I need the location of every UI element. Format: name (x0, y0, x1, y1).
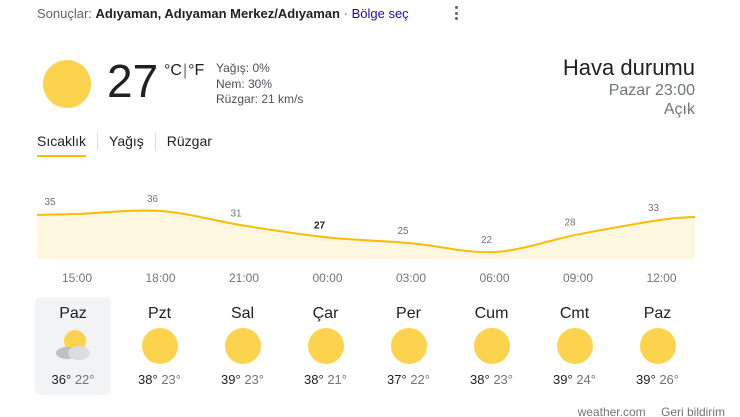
sun-icon (307, 328, 344, 364)
feedback-link[interactable]: Geri bildirim (661, 405, 725, 417)
source-link[interactable]: weather.com (578, 405, 646, 417)
low-temp: 26° (659, 372, 679, 387)
daily-forecast: Paz 36° 22° Pzt 38° 23° Sal 39° 23° Çar … (35, 297, 699, 395)
precipitation-text: Yağış: 0% (216, 61, 270, 75)
high-temp: 39° (221, 372, 241, 387)
change-location-link[interactable]: Bölge seç (352, 6, 409, 21)
unit-separator: | (182, 62, 188, 79)
temperature-chart: 35 15:00 36 18:00 31 21:00 27 00:00 25 03:00 22 06:… (36, 185, 696, 285)
day-forecast[interactable]: Cmt 39° 24° (533, 297, 616, 395)
chart-value-label: 25 (397, 226, 409, 237)
day-forecast[interactable]: Pzt 38° 23° (118, 297, 201, 395)
day-name: Cmt (559, 305, 590, 322)
day-forecast[interactable]: Cum 38° 23° (450, 297, 533, 395)
low-temp: 24° (576, 372, 596, 387)
location-separator: · (343, 6, 348, 21)
sun-icon (43, 60, 91, 108)
day-temps: 38° 21° (284, 372, 367, 387)
chart-area (37, 210, 695, 259)
day-name: Per (396, 305, 421, 322)
chart-x-tick-label: 06:00 (479, 271, 509, 285)
low-temp: 22° (74, 372, 95, 387)
high-temp: 39° (636, 372, 656, 387)
day-forecast[interactable]: Paz 39° 26° (616, 297, 699, 395)
day-temps: 38° 23° (118, 372, 201, 387)
weather-title: Hava durumu (562, 55, 695, 80)
weather-time: Pazar 23:00 (608, 82, 695, 99)
low-temp: 23° (244, 372, 264, 387)
day-forecast[interactable]: Per 37° 22° (367, 297, 450, 395)
high-temp: 38° (138, 372, 158, 387)
day-name: Çar (312, 305, 339, 322)
unit-toggle: °C|°F (164, 62, 204, 80)
location-prefix: Sonuçlar: (37, 6, 92, 21)
sun-icon (390, 328, 427, 364)
day-temps: 37° 22° (367, 372, 450, 387)
partly-cloudy-icon (56, 330, 90, 360)
footer: weather.com Geri bildirim (578, 405, 725, 417)
day-forecast[interactable]: Çar 38° 21° (284, 297, 367, 395)
chart-x-tick-label: 12:00 (646, 271, 676, 285)
celsius-unit[interactable]: °C (164, 62, 182, 79)
chart-x-tick-label: 21:00 (229, 271, 259, 285)
chart-x-tick-label: 03:00 (396, 271, 426, 285)
chart-x-tick-label: 18:00 (145, 271, 175, 285)
day-forecast[interactable]: Sal 39° 23° (201, 297, 284, 395)
day-temps: 39° 26° (616, 372, 699, 387)
day-name: Paz (59, 305, 87, 322)
day-temps: 38° 23° (450, 372, 533, 387)
high-temp: 36° (51, 372, 72, 387)
high-temp: 37° (387, 372, 407, 387)
day-temps: 39° 23° (201, 372, 284, 387)
chart-value-label: 36 (147, 194, 159, 205)
low-temp: 23° (161, 372, 181, 387)
fahrenheit-unit[interactable]: °F (188, 62, 204, 79)
high-temp: 39° (553, 372, 573, 387)
day-forecast[interactable]: Paz 36° 22° (35, 297, 111, 395)
low-temp: 23° (493, 372, 513, 387)
chart-tabs: Sıcaklık Yağış Rüzgar (37, 133, 223, 157)
weather-header: Hava durumu Pazar 23:00 Açık (563, 55, 695, 119)
sun-icon (473, 328, 510, 364)
chart-value-label: 27 (314, 220, 326, 231)
temperature-chart-svg: 35 15:00 36 18:00 31 21:00 27 00:00 25 03:00 22 06:… (36, 194, 696, 285)
chart-value-label: 31 (230, 209, 242, 220)
chart-value-label: 22 (481, 235, 493, 246)
tab-temperature[interactable]: Sıcaklık (37, 133, 97, 157)
day-name: Pzt (147, 305, 172, 322)
day-name: Cum (474, 305, 509, 322)
current-details: Yağış: 0% Nem: 30% Rüzgar: 21 km/s (216, 61, 303, 108)
chart-value-label: 28 (564, 217, 576, 228)
location-name: Adıyaman, Adıyaman Merkez/Adıyaman (95, 6, 340, 21)
sun-icon (556, 328, 593, 364)
more-options-icon[interactable] (452, 4, 460, 22)
sun-icon (639, 328, 676, 364)
tab-precipitation[interactable]: Yağış (97, 133, 155, 150)
low-temp: 22° (410, 372, 430, 387)
day-name: Paz (643, 305, 672, 322)
wind-text: Rüzgar: 21 km/s (216, 92, 304, 106)
day-temps: 39° 24° (533, 372, 616, 387)
tab-wind[interactable]: Rüzgar (154, 133, 223, 150)
chart-x-tick-label: 15:00 (62, 271, 92, 285)
humidity-text: Nem: 30% (216, 76, 273, 91)
high-temp: 38° (470, 372, 490, 387)
weather-condition: Açık (663, 101, 695, 118)
low-temp: 21° (327, 372, 347, 387)
day-name: Sal (230, 305, 255, 322)
chart-value-label: 33 (648, 203, 660, 214)
sun-icon (141, 328, 178, 364)
current-temperature: 27 (107, 55, 159, 107)
chart-value-label: 35 (44, 197, 56, 208)
chart-x-tick-label: 00:00 (312, 271, 342, 285)
location-bar: Sonuçlar: Adıyaman, Adıyaman Merkez/Adıy… (37, 6, 409, 22)
chart-x-tick-label: 09:00 (563, 271, 593, 285)
sun-icon (224, 328, 261, 364)
day-temps: 36° 22° (35, 372, 111, 387)
high-temp: 38° (304, 372, 324, 387)
